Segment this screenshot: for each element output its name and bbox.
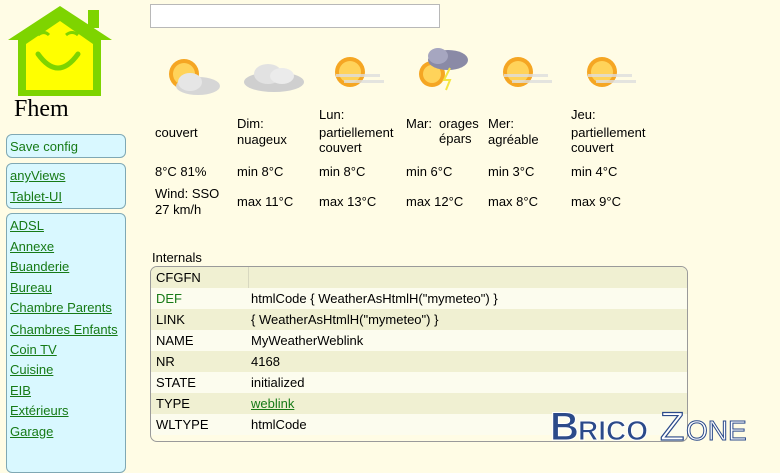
- view-link-anyviews[interactable]: anyViews: [10, 166, 125, 187]
- internal-value: MyWeatherWeblink: [251, 333, 364, 348]
- weather-day-condition: partiellement couvert: [319, 125, 394, 155]
- svg-text:B: B: [550, 405, 579, 448]
- internal-key: STATE: [156, 375, 196, 390]
- svg-text:Z: Z: [660, 405, 684, 448]
- view-link-tablet-ui[interactable]: Tablet-UI: [10, 187, 125, 208]
- weather-day-max: max 13°C: [319, 194, 377, 209]
- menu-rooms-box: ADSL Annexe Buanderie Bureau Chambre Par…: [6, 213, 126, 473]
- internal-value: initialized: [251, 375, 305, 390]
- weather-day-min: min 3°C: [488, 164, 535, 179]
- weather-day-condition: agréable: [488, 132, 539, 147]
- type-value-link[interactable]: weblink: [251, 396, 294, 411]
- weather-current-temp: 8°C 81%: [155, 164, 207, 179]
- sun-haze-icon: [503, 57, 552, 87]
- internal-value: htmlCode { WeatherAsHtmlH("mymeteo") }: [251, 291, 498, 306]
- cell-divider: [248, 267, 249, 288]
- room-link-cuisine[interactable]: Cuisine: [10, 360, 125, 381]
- def-key-link[interactable]: DEF: [156, 291, 182, 306]
- room-link-eib[interactable]: EIB: [10, 381, 125, 402]
- weather-day-condition: partiellement couvert: [571, 125, 646, 155]
- internal-key: NR: [156, 354, 175, 369]
- weather-day-min: min 4°C: [571, 164, 618, 179]
- table-row: NAME MyWeatherWeblink: [151, 330, 687, 351]
- weather-day-max: max 11°C: [237, 194, 294, 209]
- weather-day-label: Lun:: [319, 107, 345, 122]
- internal-value: 4168: [251, 354, 280, 369]
- internals-title: Internals: [152, 250, 202, 265]
- room-link-adsl[interactable]: ADSL: [10, 216, 125, 237]
- room-link-exterieurs[interactable]: Extérieurs: [10, 401, 125, 422]
- table-row: DEF htmlCode { WeatherAsHtmlH("mymeteo")…: [151, 288, 687, 309]
- weather-day-max: max 12°C: [406, 194, 464, 209]
- clouds-icon: [244, 64, 304, 92]
- weather-day-label: Dim:: [237, 116, 264, 131]
- weather-day-label: Mer:: [488, 116, 514, 131]
- table-row: LINK { WeatherAsHtmlH("mymeteo") }: [151, 309, 687, 330]
- room-link-annexe[interactable]: Annexe: [10, 237, 125, 258]
- weather-day-min: min 8°C: [237, 164, 284, 179]
- internal-key: LINK: [156, 312, 185, 327]
- weather-day-max: max 8°C: [488, 194, 538, 209]
- weather-day-min: min 6°C: [406, 164, 453, 179]
- sun-haze-icon: [587, 57, 636, 87]
- weather-day-label: Jeu:: [571, 107, 596, 122]
- table-row: NR 4168: [151, 351, 687, 372]
- menu-views-box: anyViews Tablet-UI: [6, 163, 126, 209]
- room-link-chambres-enfants[interactable]: Chambres Enfants: [10, 319, 125, 340]
- room-link-chambre-parents[interactable]: Chambre Parents: [10, 298, 125, 319]
- weather-current-wind: Wind: SSO 27 km/h: [155, 186, 220, 217]
- room-link-coin-tv[interactable]: Coin TV: [10, 340, 125, 361]
- bricozone-watermark-logo: B RICO Z ONE: [550, 404, 748, 448]
- menu-save-box: Save config: [6, 134, 126, 158]
- fhem-logo-text: Fhem: [14, 96, 69, 122]
- internal-key: CFGFN: [156, 270, 201, 285]
- svg-text:RICO: RICO: [578, 415, 648, 446]
- command-input[interactable]: [150, 4, 440, 28]
- weather-day-condition: orages épars: [439, 116, 479, 146]
- internal-value: { WeatherAsHtmlH("mymeteo") }: [251, 312, 439, 327]
- svg-text:ONE: ONE: [686, 415, 747, 446]
- room-link-buanderie[interactable]: Buanderie: [10, 257, 125, 278]
- table-row: CFGFN: [151, 267, 687, 288]
- internal-value: htmlCode: [251, 417, 307, 432]
- internal-key: WLTYPE: [156, 417, 209, 432]
- weather-day-condition: nuageux: [237, 132, 287, 147]
- weather-day-label: Mar:: [406, 116, 432, 131]
- weather-day-min: min 8°C: [319, 164, 366, 179]
- room-link-garage[interactable]: Garage: [10, 422, 125, 443]
- table-row: STATE initialized: [151, 372, 687, 393]
- weather-day-max: max 9°C: [571, 194, 621, 209]
- internal-key: TYPE: [156, 396, 190, 411]
- storm-sun-icon: [419, 48, 468, 91]
- internal-key: NAME: [156, 333, 194, 348]
- save-config-link[interactable]: Save config: [10, 137, 125, 158]
- weather-current-condition: couvert: [155, 125, 198, 140]
- sun-haze-icon: [335, 57, 384, 87]
- room-link-bureau[interactable]: Bureau: [10, 278, 125, 299]
- cloudy-sun-icon: [169, 59, 220, 95]
